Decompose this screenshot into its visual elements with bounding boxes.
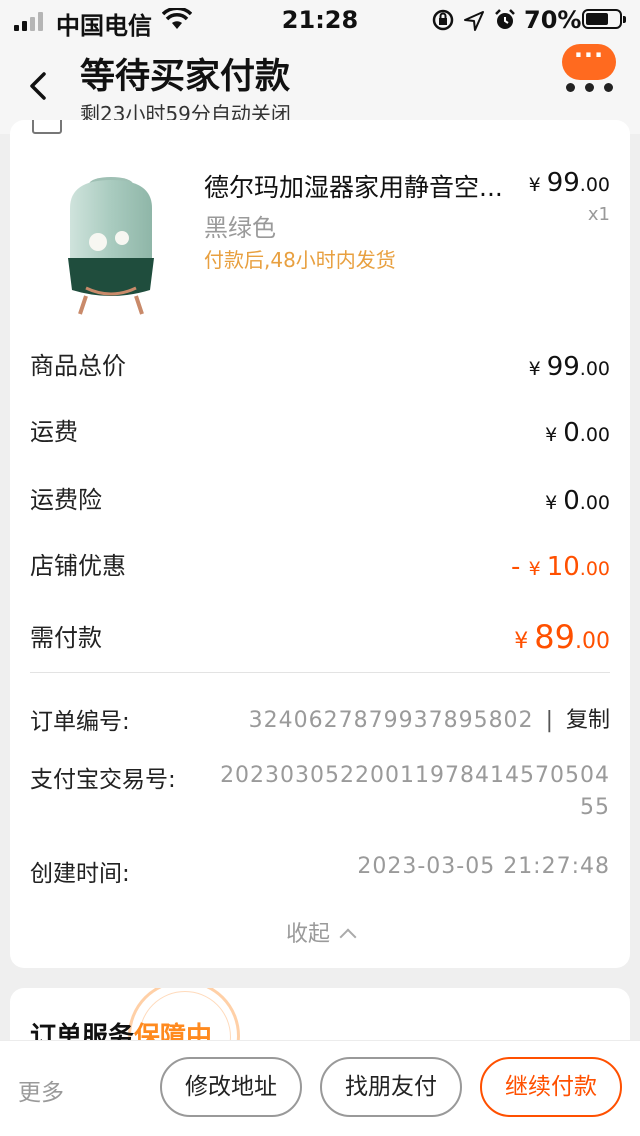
chevron-up-icon: [339, 928, 357, 946]
rotation-lock-icon: [432, 9, 454, 37]
discount-value: - ¥10.00: [510, 552, 610, 582]
alipay-trade-number: 2023030522001197841457050455: [220, 763, 610, 820]
location-icon: [464, 9, 484, 37]
order-number-value: 3240627879937895802 | 复制: [248, 708, 610, 733]
fee-value: ¥0.00: [545, 418, 610, 448]
amount-due-label: 需付款: [30, 624, 102, 652]
fee-label: 店铺优惠: [30, 552, 126, 580]
shop-row-clipped: [32, 120, 332, 134]
product-price: ¥99.00: [528, 168, 610, 198]
fee-label: 运费: [30, 418, 78, 446]
fee-value: ¥0.00: [545, 486, 610, 516]
alipay-trade-label: 支付宝交易号:: [30, 767, 176, 793]
status-bar: 中国电信 21:28 70%: [0, 0, 640, 40]
collapse-label: 收起: [285, 922, 330, 947]
divider: [30, 672, 610, 673]
product-variant: 黑绿色: [204, 214, 276, 242]
fee-row-shipping: 运费 ¥0.00: [30, 412, 610, 452]
back-button[interactable]: [22, 64, 58, 108]
order-number-label: 订单编号:: [30, 709, 130, 735]
fee-value: ¥99.00: [528, 352, 610, 382]
shop-icon: [32, 120, 62, 134]
modify-address-button[interactable]: 修改地址: [160, 1057, 302, 1117]
copy-button[interactable]: 复制: [566, 708, 610, 733]
fee-label: 商品总价: [30, 352, 126, 380]
chevron-left-icon: [30, 72, 46, 100]
fee-row-amount-due: 需付款 ¥89.00: [30, 618, 610, 658]
status-icons: [432, 9, 516, 37]
more-dots-icon[interactable]: [566, 83, 613, 92]
product-name[interactable]: 德尔玛加湿器家用静音空...: [204, 168, 504, 204]
amount-due-value: ¥89.00: [514, 618, 610, 656]
continue-payment-button[interactable]: 继续付款: [480, 1057, 622, 1117]
more-menu-button[interactable]: ···: [562, 43, 616, 80]
collapse-toggle[interactable]: 收起: [10, 916, 630, 948]
humidifier-image: [68, 177, 154, 315]
fee-row-shipping-insurance: 运费险 ¥0.00: [30, 480, 610, 520]
alarm-icon: [494, 9, 516, 37]
more-actions-link[interactable]: 更多: [18, 1073, 64, 1107]
delivery-promise: 付款后,48小时内发货: [204, 248, 396, 272]
fee-row-subtotal: 商品总价 ¥99.00: [30, 346, 610, 386]
product-quantity: x1: [587, 204, 610, 225]
fee-label: 运费险: [30, 486, 102, 514]
order-detail-card: 德尔玛加湿器家用静音空... 黑绿色 付款后,48小时内发货 ¥99.00 x1…: [10, 120, 630, 968]
bottom-action-bar: 更多 修改地址 找朋友付 继续付款: [0, 1040, 640, 1136]
fee-row-shop-discount: 店铺优惠 - ¥10.00: [30, 546, 610, 586]
created-time-label: 创建时间:: [30, 861, 130, 887]
page-title: 等待买家付款: [80, 57, 291, 97]
product-image[interactable]: [46, 168, 176, 316]
friend-pay-button[interactable]: 找朋友付: [320, 1057, 462, 1117]
battery-percentage: 70%: [524, 6, 582, 34]
battery-icon: [582, 9, 626, 29]
created-time-value: 2023-03-05 21:27:48: [357, 854, 610, 879]
